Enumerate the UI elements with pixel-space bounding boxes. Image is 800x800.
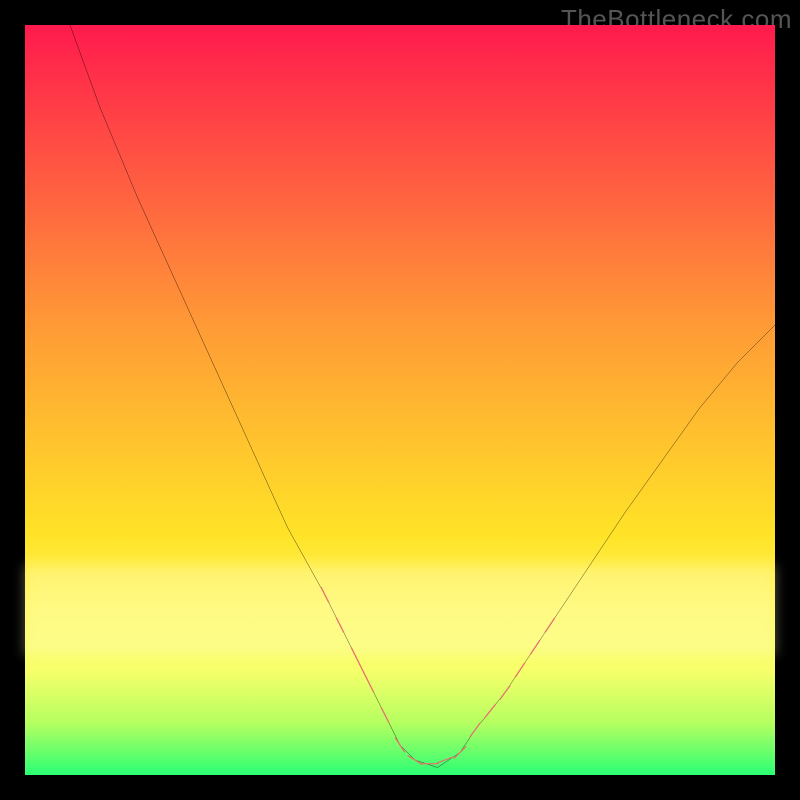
chart-marker	[381, 708, 388, 723]
chart-marker	[485, 705, 495, 718]
chart-marker	[454, 747, 466, 759]
chart-svg	[25, 25, 775, 775]
chart-marker	[321, 588, 328, 603]
chart-marker	[437, 757, 452, 763]
chart-marker	[366, 678, 373, 693]
chart-marker	[500, 686, 510, 699]
chart-markers	[321, 588, 554, 765]
chart-marker	[515, 663, 524, 677]
chart-marker	[359, 663, 366, 678]
chart-marker	[408, 756, 422, 765]
chart-marker	[395, 738, 404, 752]
chart-marker	[470, 723, 480, 736]
chart-plot-area	[25, 25, 775, 775]
chart-marker	[351, 648, 358, 663]
chart-marker	[336, 618, 343, 633]
chart-curve	[70, 25, 775, 768]
chart-marker	[530, 641, 539, 655]
chart-marker	[545, 618, 554, 632]
